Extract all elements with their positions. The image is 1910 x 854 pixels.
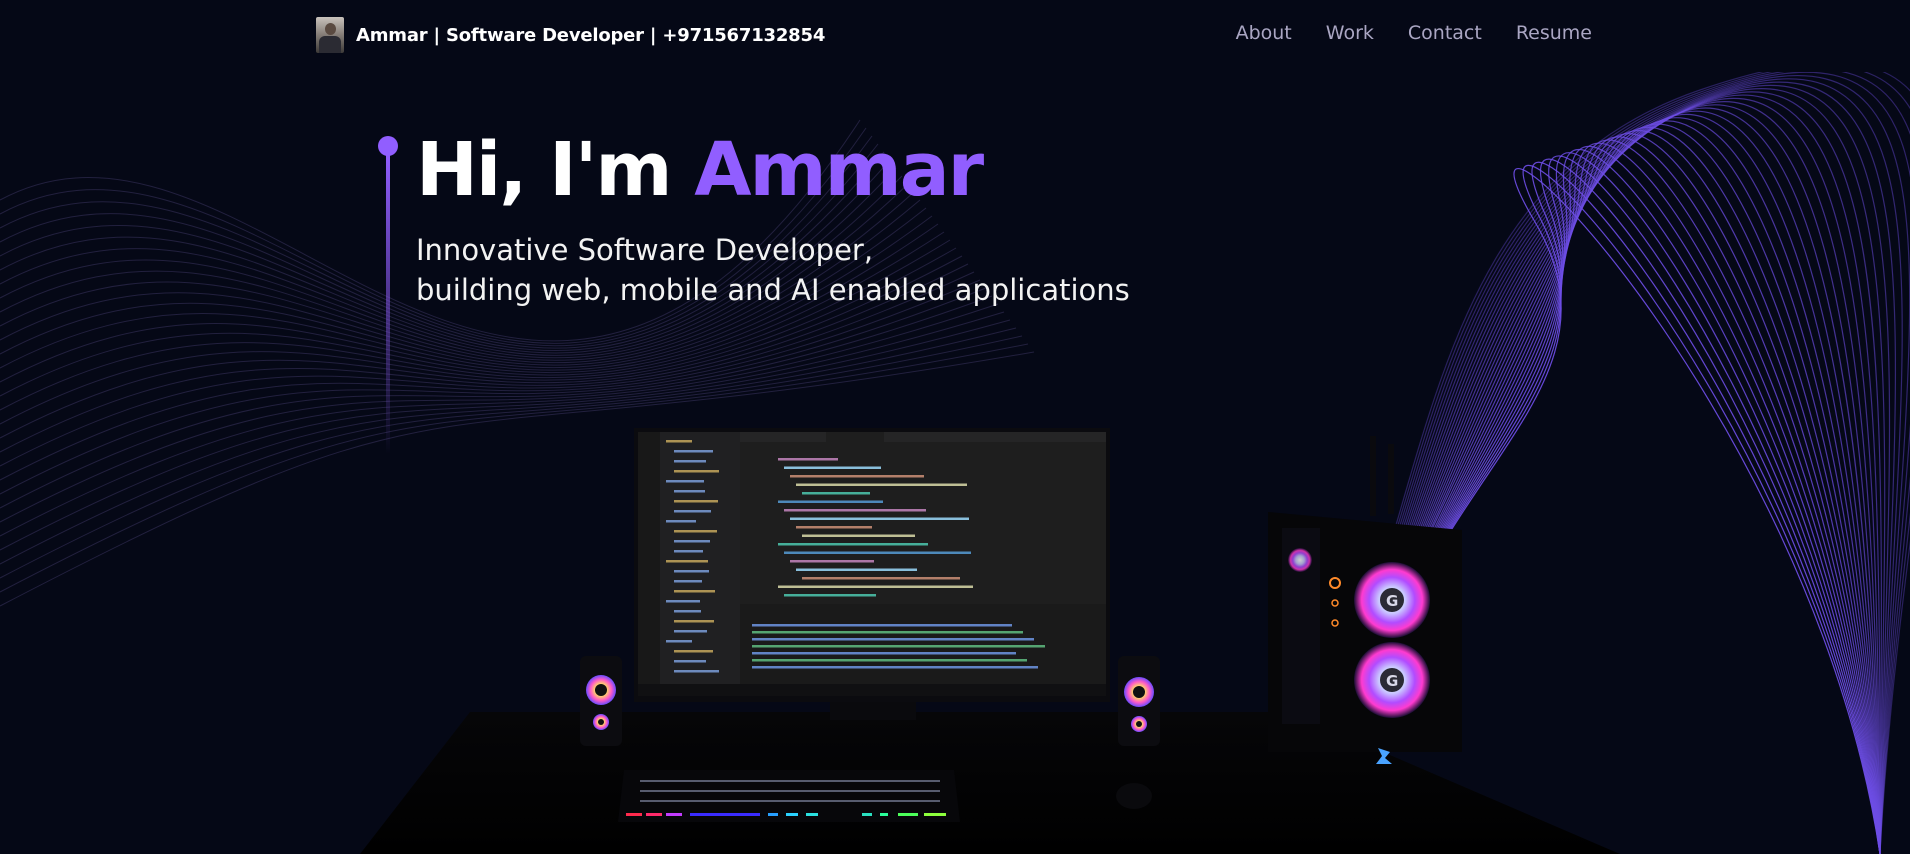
hero-subtitle-line2: building web, mobile and AI enabled appl… xyxy=(416,273,1130,307)
keyboard xyxy=(618,770,960,822)
rail-dot xyxy=(378,136,398,156)
nav-links: About Work Contact Resume xyxy=(1236,22,1592,44)
pc-tower: G G xyxy=(1268,436,1462,764)
brand-text: Ammar | Software Developer | +9715671328… xyxy=(356,24,826,46)
brand-logo-link[interactable]: Ammar | Software Developer | +9715671328… xyxy=(316,17,825,53)
navbar: Ammar | Software Developer | +9715671328… xyxy=(0,0,1910,72)
hero-timeline-rail xyxy=(378,136,398,454)
hero-title: Hi, I'm Ammar xyxy=(416,127,984,213)
hero-subtitle: Innovative Software Developer, building … xyxy=(416,230,1130,310)
nav-link-contact[interactable]: Contact xyxy=(1408,22,1482,44)
hero-title-prefix: Hi, I'm xyxy=(416,127,695,213)
svg-text:G: G xyxy=(1386,592,1398,610)
monitor xyxy=(634,428,1110,720)
nav-link-work[interactable]: Work xyxy=(1326,22,1374,44)
hero-subtitle-line1: Innovative Software Developer, xyxy=(416,233,874,267)
mouse xyxy=(1116,783,1152,809)
nav-link-about[interactable]: About xyxy=(1236,22,1292,44)
avatar xyxy=(316,17,344,53)
right-speaker xyxy=(1118,656,1160,746)
nav-link-resume[interactable]: Resume xyxy=(1516,22,1592,44)
hero-title-name: Ammar xyxy=(694,127,984,213)
left-speaker xyxy=(580,656,622,746)
rail-line xyxy=(386,154,390,454)
svg-text:G: G xyxy=(1386,672,1398,690)
